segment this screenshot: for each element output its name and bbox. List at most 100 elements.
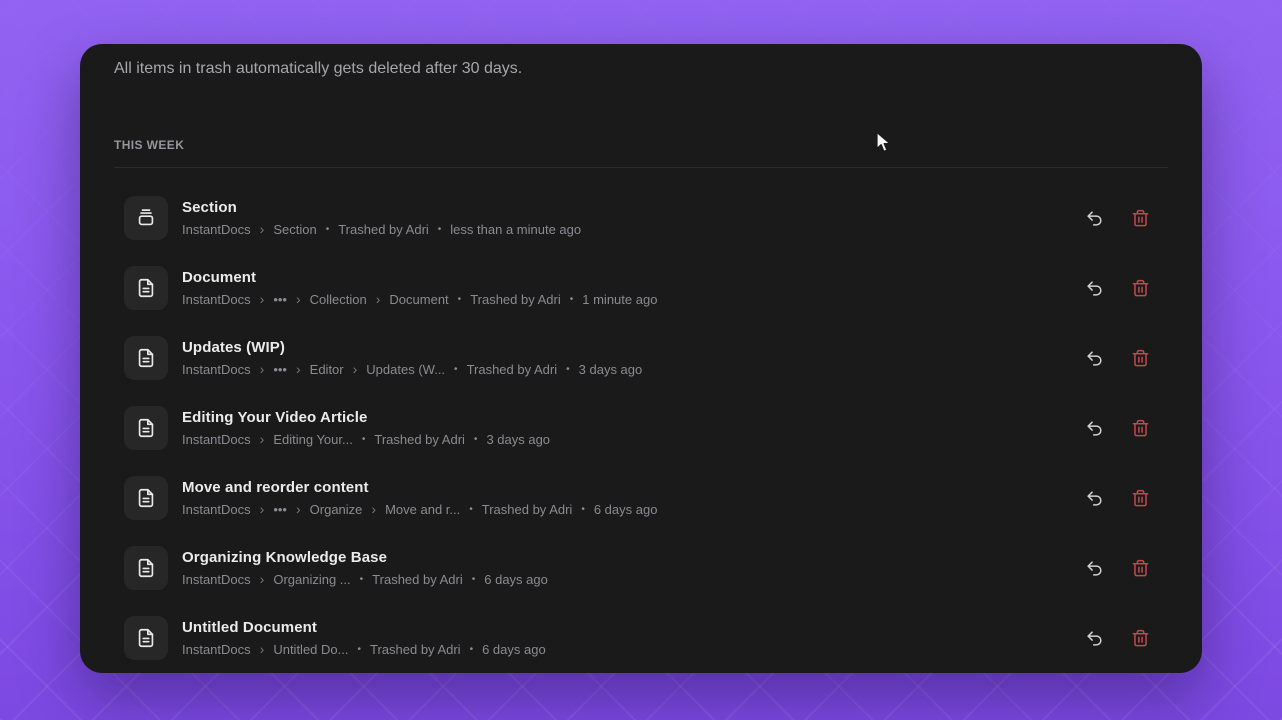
chevron-separator: › xyxy=(259,501,265,517)
breadcrumb-ellipsis: ••• xyxy=(273,291,287,307)
trash-panel: All items in trash automatically gets de… xyxy=(80,44,1202,673)
undo-icon xyxy=(1085,419,1104,438)
breadcrumb-segment: InstantDocs xyxy=(182,431,251,447)
delete-forever-button[interactable] xyxy=(1126,274,1154,302)
item-meta: InstantDocs › Section • Trashed by Adri … xyxy=(182,221,581,237)
restore-button[interactable] xyxy=(1080,484,1108,512)
chevron-separator: › xyxy=(259,361,265,377)
bullet-separator: • xyxy=(569,293,574,305)
item-title: Move and reorder content xyxy=(182,479,369,496)
bullet-separator: • xyxy=(454,363,458,375)
restore-button[interactable] xyxy=(1080,414,1108,442)
trash-item-row[interactable]: Updates (WIP) InstantDocs › ••• › Editor… xyxy=(114,323,1168,393)
section-divider xyxy=(114,167,1168,168)
trashed-by-label: Trashed by Adri xyxy=(374,431,465,447)
restore-button[interactable] xyxy=(1080,624,1108,652)
trash-list: Section InstantDocs › Section • Trashed … xyxy=(114,183,1168,673)
item-title: Untitled Document xyxy=(182,619,318,636)
item-title: Editing Your Video Article xyxy=(182,409,368,426)
chevron-separator: › xyxy=(259,291,265,307)
trash-icon xyxy=(1131,559,1150,578)
document-icon xyxy=(135,487,157,509)
item-icon-tile xyxy=(124,616,168,660)
item-actions xyxy=(1080,274,1154,302)
trash-item-row[interactable]: Section InstantDocs › Section • Trashed … xyxy=(114,183,1168,253)
breadcrumb-segment: Editing Your... xyxy=(273,431,353,447)
item-icon-tile xyxy=(124,336,168,380)
breadcrumb-segment: InstantDocs xyxy=(182,291,251,307)
item-meta: InstantDocs › ••• › Editor › Updates (W.… xyxy=(182,361,642,377)
bullet-separator: • xyxy=(359,573,364,585)
trashed-time-label: 6 days ago xyxy=(482,641,546,657)
breadcrumb-segment: InstantDocs xyxy=(182,571,251,587)
chevron-separator: › xyxy=(259,221,265,237)
bullet-separator: • xyxy=(357,643,361,655)
item-title: Updates (WIP) xyxy=(182,339,285,356)
breadcrumb-segment: Collection xyxy=(309,291,367,307)
document-icon xyxy=(135,277,157,299)
item-meta: InstantDocs › Untitled Do... • Trashed b… xyxy=(182,641,546,657)
desktop-background: All items in trash automatically gets de… xyxy=(0,0,1282,720)
chevron-separator: › xyxy=(375,291,381,307)
restore-button[interactable] xyxy=(1080,554,1108,582)
undo-icon xyxy=(1085,559,1104,578)
chevron-separator: › xyxy=(371,501,377,517)
undo-icon xyxy=(1085,489,1104,508)
trash-item-row[interactable]: Move and reorder content InstantDocs › •… xyxy=(114,463,1168,533)
trash-item-row[interactable]: Document InstantDocs › ••• › Collection … xyxy=(114,253,1168,323)
chevron-separator: › xyxy=(295,501,301,517)
item-actions xyxy=(1080,624,1154,652)
delete-forever-button[interactable] xyxy=(1126,554,1154,582)
item-meta: InstantDocs › Editing Your... • Trashed … xyxy=(182,431,550,447)
trashed-by-label: Trashed by Adri xyxy=(481,501,573,517)
undo-icon xyxy=(1085,629,1104,648)
item-info: Move and reorder content InstantDocs › •… xyxy=(182,479,657,517)
section-icon xyxy=(135,207,157,229)
item-info: Untitled Document InstantDocs › Untitled… xyxy=(182,619,546,657)
breadcrumb-ellipsis: ••• xyxy=(273,361,287,377)
document-icon xyxy=(135,557,157,579)
document-icon xyxy=(135,417,157,439)
restore-button[interactable] xyxy=(1080,204,1108,232)
trashed-time-label: 6 days ago xyxy=(484,571,548,587)
delete-forever-button[interactable] xyxy=(1126,624,1154,652)
chevron-separator: › xyxy=(259,571,265,587)
trash-item-row[interactable]: Untitled Document InstantDocs › Untitled… xyxy=(114,603,1168,673)
trash-icon xyxy=(1131,419,1150,438)
breadcrumb-segment: Untitled Do... xyxy=(273,641,349,657)
restore-button[interactable] xyxy=(1080,274,1108,302)
trash-icon xyxy=(1131,629,1150,648)
undo-icon xyxy=(1085,209,1104,228)
bullet-separator: • xyxy=(437,223,442,235)
bullet-separator: • xyxy=(471,573,476,585)
breadcrumb-segment: InstantDocs xyxy=(182,361,251,377)
item-title: Section xyxy=(182,199,237,216)
trashed-time-label: 6 days ago xyxy=(593,501,658,517)
breadcrumb-segment: Section xyxy=(273,221,317,237)
bullet-separator: • xyxy=(361,433,366,445)
breadcrumb-segment: Organizing ... xyxy=(273,571,351,587)
item-meta: InstantDocs › ••• › Organize › Move and … xyxy=(182,501,657,517)
breadcrumb-segment: Organize xyxy=(309,501,363,517)
item-actions xyxy=(1080,204,1154,232)
trashed-time-label: 1 minute ago xyxy=(582,291,658,307)
chevron-separator: › xyxy=(295,361,301,377)
undo-icon xyxy=(1085,349,1104,368)
breadcrumb-segment: Updates (W... xyxy=(366,361,446,377)
delete-forever-button[interactable] xyxy=(1126,484,1154,512)
item-info: Section InstantDocs › Section • Trashed … xyxy=(182,199,581,237)
trash-item-row[interactable]: Organizing Knowledge Base InstantDocs › … xyxy=(114,533,1168,603)
trash-item-row[interactable]: Editing Your Video Article InstantDocs ›… xyxy=(114,393,1168,463)
delete-forever-button[interactable] xyxy=(1126,204,1154,232)
item-icon-tile xyxy=(124,406,168,450)
delete-forever-button[interactable] xyxy=(1126,344,1154,372)
item-icon-tile xyxy=(124,266,168,310)
undo-icon xyxy=(1085,279,1104,298)
item-info: Updates (WIP) InstantDocs › ••• › Editor… xyxy=(182,339,642,377)
trash-icon xyxy=(1131,279,1150,298)
trashed-time-label: less than a minute ago xyxy=(450,221,582,237)
document-icon xyxy=(135,627,157,649)
chevron-separator: › xyxy=(259,641,265,657)
restore-button[interactable] xyxy=(1080,344,1108,372)
delete-forever-button[interactable] xyxy=(1126,414,1154,442)
